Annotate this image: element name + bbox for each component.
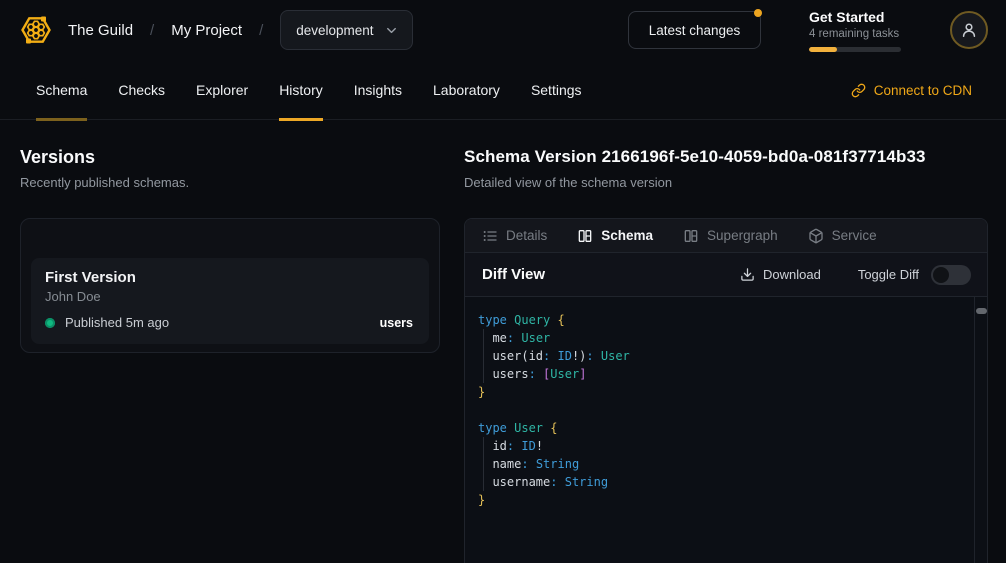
code-line: } — [478, 491, 973, 509]
diff-view-title: Diff View — [482, 266, 545, 283]
app-window: The Guild / My Project / development Lat… — [0, 0, 1006, 563]
schema-code-viewer: type Query { me: User user(id: ID!): Use… — [465, 297, 987, 563]
download-icon — [740, 267, 755, 282]
code-line: type User { — [478, 419, 973, 437]
indent-guide — [483, 329, 484, 383]
published-status-dot — [45, 318, 55, 328]
get-started-progress-fill — [809, 47, 837, 52]
get-started-title: Get Started — [809, 9, 901, 26]
toggle-diff-control: Toggle Diff — [858, 265, 971, 285]
detail-tab-details[interactable]: Details — [482, 228, 547, 244]
tab-checks[interactable]: Checks — [118, 60, 165, 120]
columns-icon — [577, 228, 593, 244]
get-started-subtitle: 4 remaining tasks — [809, 27, 901, 42]
code-line: username: String — [478, 473, 973, 491]
breadcrumb: The Guild / My Project / development — [68, 0, 413, 60]
target-select[interactable]: development — [280, 10, 412, 50]
user-icon — [959, 20, 979, 40]
code-line: id: ID! — [478, 437, 973, 455]
get-started-widget[interactable]: Get Started 4 remaining tasks — [809, 9, 901, 52]
columns-icon — [683, 228, 699, 244]
download-button[interactable]: Download — [740, 267, 821, 282]
version-author: John Doe — [45, 289, 413, 304]
versions-subtitle: Recently published schemas. — [20, 175, 460, 190]
code-line — [478, 401, 973, 419]
notification-dot — [754, 9, 762, 17]
breadcrumb-separator: / — [150, 22, 154, 39]
detail-tabs: Details Schema Supergraph — [465, 219, 987, 253]
indent-guide — [483, 437, 484, 491]
detail-tab-supergraph[interactable]: Supergraph — [683, 228, 778, 244]
versions-list-card: First Version John Doe Published 5m ago … — [20, 218, 440, 353]
tab-schema[interactable]: Schema — [36, 60, 87, 120]
app-header: The Guild / My Project / development Lat… — [0, 0, 1006, 60]
latest-changes-button[interactable]: Latest changes — [628, 11, 761, 49]
get-started-progressbar — [809, 47, 901, 52]
toggle-diff-switch[interactable] — [931, 265, 971, 285]
header-actions: Latest changes Get Started 4 remaining t… — [628, 0, 1006, 60]
version-detail-panel: Schema Version 2166196f-5e10-4059-bd0a-0… — [464, 120, 988, 190]
code-lines: type Query { me: User user(id: ID!): Use… — [478, 311, 973, 509]
versions-panel: Versions Recently published schemas. Fir… — [0, 120, 460, 190]
link-icon — [851, 83, 866, 98]
breadcrumb-project[interactable]: My Project — [171, 22, 242, 39]
code-line: me: User — [478, 329, 973, 347]
versions-title: Versions — [20, 147, 460, 168]
latest-changes-label: Latest changes — [649, 23, 741, 38]
tab-settings[interactable]: Settings — [531, 60, 582, 120]
code-line: type Query { — [478, 311, 973, 329]
download-label: Download — [763, 267, 821, 282]
detail-tab-schema[interactable]: Schema — [577, 228, 653, 244]
service-badge: users — [380, 316, 413, 330]
version-status-row: Published 5m ago users — [45, 315, 413, 330]
breadcrumb-org[interactable]: The Guild — [68, 22, 133, 39]
code-line: users: [User] — [478, 365, 973, 383]
code-line: } — [478, 383, 973, 401]
detail-tab-service[interactable]: Service — [808, 228, 877, 244]
tab-explorer[interactable]: Explorer — [196, 60, 248, 120]
toggle-diff-label: Toggle Diff — [858, 267, 919, 282]
target-nav: Schema Checks Explorer History Insights … — [0, 60, 1006, 120]
tab-laboratory[interactable]: Laboratory — [433, 60, 500, 120]
tab-history[interactable]: History — [279, 60, 323, 120]
connect-to-cdn-button[interactable]: Connect to CDN — [851, 60, 972, 120]
chevron-down-icon — [384, 23, 399, 38]
target-select-value: development — [296, 23, 373, 38]
code-scrollbar-thumb[interactable] — [976, 308, 987, 314]
connect-to-cdn-label: Connect to CDN — [874, 83, 972, 98]
code-line: user(id: ID!): User — [478, 347, 973, 365]
code-line: name: String — [478, 455, 973, 473]
user-menu-button[interactable] — [950, 11, 988, 49]
schema-version-title: Schema Version 2166196f-5e10-4059-bd0a-0… — [464, 147, 988, 167]
version-detail-box: Details Schema Supergraph — [464, 218, 988, 563]
list-icon — [482, 228, 498, 244]
target-nav-tabs: Schema Checks Explorer History Insights … — [36, 60, 582, 120]
diff-toolbar: Diff View Download Toggle Diff — [465, 253, 987, 297]
breadcrumb-separator: / — [259, 22, 263, 39]
code-scrollbar — [974, 297, 987, 563]
schema-version-subtitle: Detailed view of the schema version — [464, 175, 988, 190]
tab-insights[interactable]: Insights — [354, 60, 402, 120]
hive-logo-icon[interactable] — [16, 10, 56, 50]
version-title: First Version — [45, 269, 413, 286]
box-icon — [808, 228, 824, 244]
switch-knob — [933, 267, 949, 283]
published-status-text: Published 5m ago — [65, 315, 169, 330]
version-list-item[interactable]: First Version John Doe Published 5m ago … — [31, 258, 429, 344]
